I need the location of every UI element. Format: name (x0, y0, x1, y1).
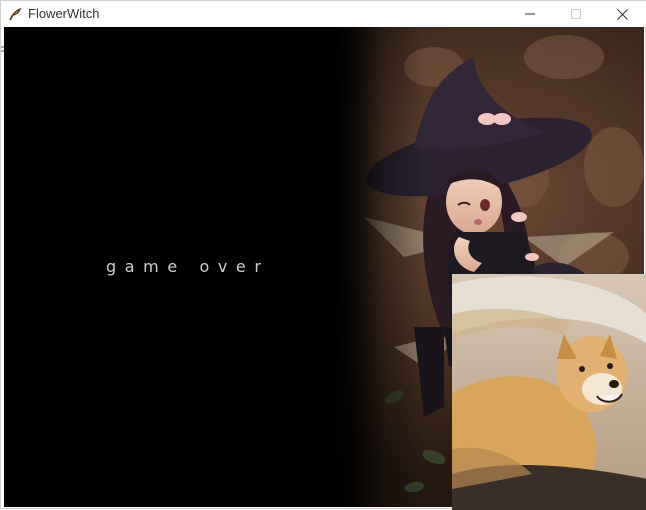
close-button[interactable] (599, 1, 645, 27)
application-window: FlowerWitch game over (0, 0, 646, 510)
window-title: FlowerWitch (28, 6, 100, 21)
shiba-dog-photo (452, 274, 646, 510)
minimize-icon (525, 9, 535, 19)
maximize-button[interactable] (553, 1, 599, 27)
game-over-text: game over (106, 257, 270, 276)
title-bar[interactable]: FlowerWitch (1, 1, 646, 27)
minimize-button[interactable] (507, 1, 553, 27)
maximize-icon (571, 9, 581, 19)
flower-witch-app-icon (7, 6, 23, 22)
close-icon (616, 8, 628, 20)
